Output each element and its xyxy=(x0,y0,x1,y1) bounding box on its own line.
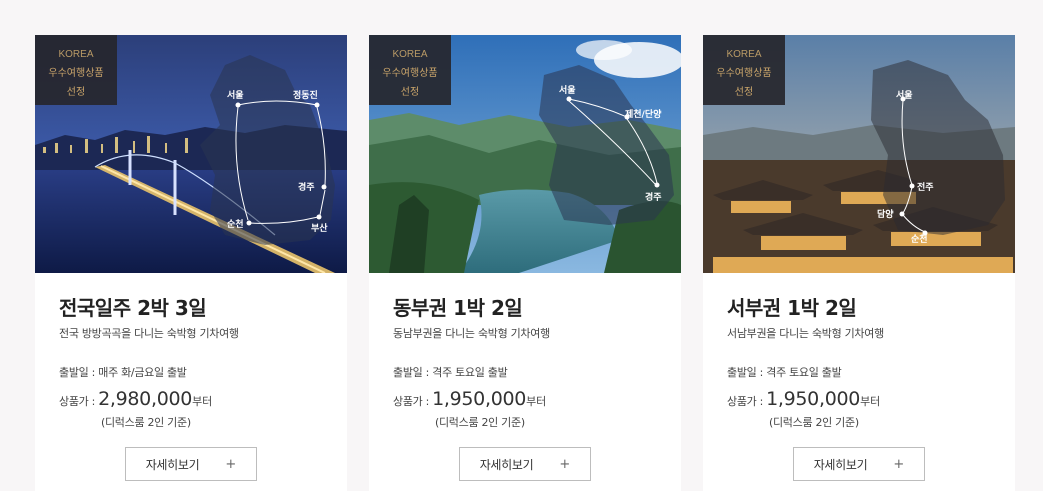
price-note: (디럭스룸 2인 기준) xyxy=(769,416,859,429)
route-stop-label: 순천 xyxy=(227,219,244,230)
price-value: 1,950,000 xyxy=(432,388,527,410)
price-label: 상품가 : xyxy=(59,395,96,408)
plus-icon: + xyxy=(225,456,237,472)
tour-title[interactable]: 서부권 1박 2일 xyxy=(727,295,991,321)
tour-subtitle: 동남부권을 다니는 숙박형 기차여행 xyxy=(393,327,550,340)
price-row: 상품가 : 1,950,000 부터 xyxy=(393,388,657,412)
price-row: 상품가 : 2,980,000 부터 xyxy=(59,388,323,412)
tour-image[interactable]: 서울 제천/단양 경주 KOREA 우수여행상품 선정 xyxy=(369,35,681,273)
details-button[interactable]: 자세히보기 + xyxy=(793,447,925,481)
route-stop-label: 정동진 xyxy=(293,89,318,101)
route-stop-label: 전주 xyxy=(917,181,934,193)
route-stop-label: 서울 xyxy=(896,89,913,101)
details-button-label: 자세히보기 xyxy=(145,457,200,472)
price-label: 상품가 : xyxy=(393,395,430,408)
departure-info: 출발일 : 매주 화/금요일 출발 xyxy=(59,366,187,379)
route-stop-label: 제천/단양 xyxy=(625,108,662,120)
korea-award-badge: KOREA 우수여행상품 선정 xyxy=(369,35,451,105)
route-stop-label: 경주 xyxy=(298,181,315,193)
korea-award-badge: KOREA 우수여행상품 선정 xyxy=(703,35,785,105)
tour-title[interactable]: 동부권 1박 2일 xyxy=(393,295,657,321)
badge-award: 우수여행상품 xyxy=(48,68,104,79)
details-button-label: 자세히보기 xyxy=(479,457,534,472)
tour-subtitle: 서남부권을 다니는 숙박형 기차여행 xyxy=(727,327,884,340)
plus-icon: + xyxy=(893,456,905,472)
price-row: 상품가 : 1,950,000 부터 xyxy=(727,388,991,412)
price-suffix: 부터 xyxy=(860,395,881,408)
route-stop-label: 담양 xyxy=(877,208,894,220)
departure-info: 출발일 : 격주 토요일 출발 xyxy=(727,366,842,379)
tour-title[interactable]: 전국일주 2박 3일 xyxy=(59,295,323,321)
tour-image[interactable]: 서울 정동진 경주 부산 순천 KOREA 우수여행상품 선정 xyxy=(35,35,347,273)
korea-award-badge: KOREA 우수여행상품 선정 xyxy=(35,35,117,105)
price-note: (디럭스룸 2인 기준) xyxy=(435,416,525,429)
badge-korea: KOREA xyxy=(392,49,428,60)
price-label: 상품가 : xyxy=(727,395,764,408)
price-suffix: 부터 xyxy=(526,395,547,408)
tour-card-west[interactable]: 서울 전주 담양 순천 KOREA 우수여행상품 선정 서부권 1박 2일 서남… xyxy=(703,35,1015,491)
badge-award: 우수여행상품 xyxy=(716,68,772,79)
tour-image[interactable]: 서울 전주 담양 순천 KOREA 우수여행상품 선정 xyxy=(703,35,1015,273)
price-note: (디럭스룸 2인 기준) xyxy=(101,416,191,429)
tour-card-nationwide[interactable]: 서울 정동진 경주 부산 순천 KOREA 우수여행상품 선정 전국일주 2박 … xyxy=(35,35,347,491)
tour-subtitle: 전국 방방곡곡을 다니는 숙박형 기차여행 xyxy=(59,327,239,340)
tour-card-east[interactable]: 서울 제천/단양 경주 KOREA 우수여행상품 선정 동부권 1박 2일 동남… xyxy=(369,35,681,491)
route-stop-label: 부산 xyxy=(311,222,328,234)
badge-selected: 선정 xyxy=(734,87,754,98)
departure-info: 출발일 : 격주 토요일 출발 xyxy=(393,366,508,379)
badge-korea: KOREA xyxy=(726,49,762,60)
badge-selected: 선정 xyxy=(66,87,86,98)
badge-korea: KOREA xyxy=(58,49,94,60)
details-button[interactable]: 자세히보기 + xyxy=(459,447,591,481)
route-stop-label: 서울 xyxy=(227,89,244,101)
price-value: 1,950,000 xyxy=(766,388,861,410)
badge-award: 우수여행상품 xyxy=(382,68,438,79)
plus-icon: + xyxy=(559,456,571,472)
route-stop-label: 서울 xyxy=(559,84,576,96)
details-button-label: 자세히보기 xyxy=(813,457,868,472)
price-value: 2,980,000 xyxy=(98,388,193,410)
details-button[interactable]: 자세히보기 + xyxy=(125,447,257,481)
price-suffix: 부터 xyxy=(192,395,213,408)
route-stop-label: 경주 xyxy=(645,191,662,203)
route-stop-label: 순천 xyxy=(911,234,928,245)
badge-selected: 선정 xyxy=(400,87,420,98)
